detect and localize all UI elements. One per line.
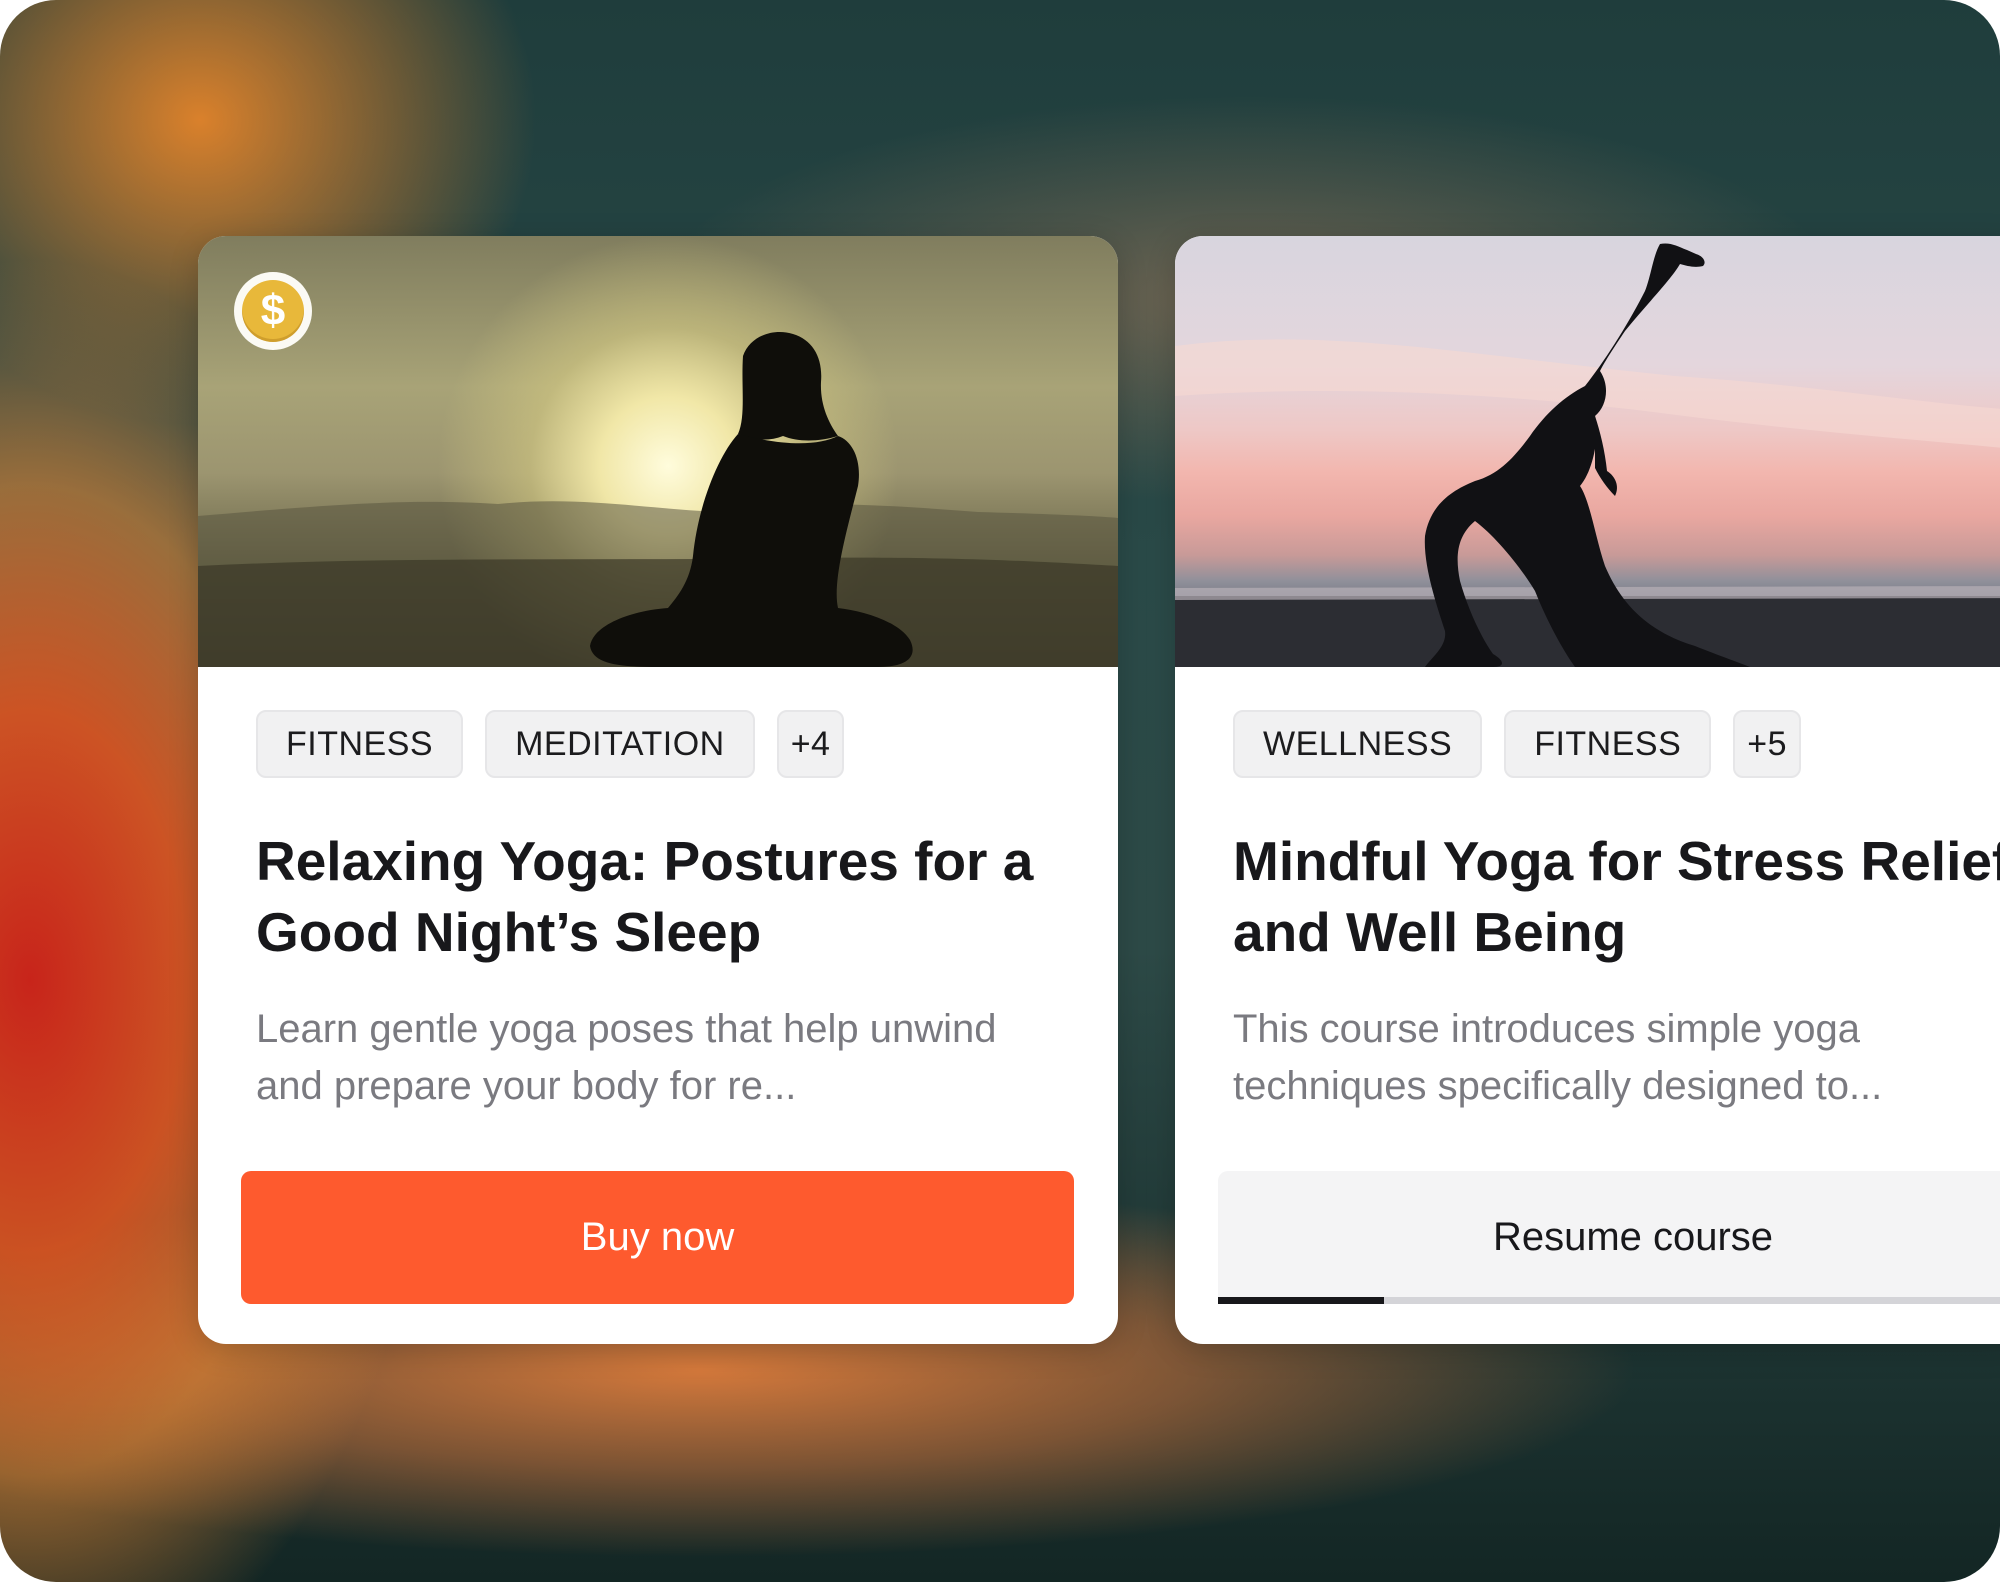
buy-now-button[interactable]: Buy now <box>241 1171 1074 1304</box>
dollar-sign: $ <box>242 280 304 342</box>
course-card-mindful-yoga[interactable]: WELLNESS FITNESS +5 Mindful Yoga for Str… <box>1175 236 2000 1344</box>
dollar-coin-icon: $ <box>234 272 312 350</box>
course-description: Learn gentle yoga poses that help unwind… <box>256 1007 997 1108</box>
tag-meditation: MEDITATION <box>485 710 755 778</box>
tag-fitness: FITNESS <box>256 710 464 778</box>
course-title[interactable]: Mindful Yoga for Stress Relief and Well … <box>1233 826 2000 968</box>
course-thumbnail <box>1175 236 2000 667</box>
background: $ FITNESS MEDITATION +4 Relaxing Yoga: P… <box>0 0 2000 1582</box>
tag-list: FITNESS MEDITATION +4 <box>256 710 845 778</box>
resume-course-button[interactable]: Resume course <box>1218 1171 2000 1304</box>
course-description: This course introduces simple yoga techn… <box>1233 1007 1883 1108</box>
course-title[interactable]: Relaxing Yoga: Postures for a Good Night… <box>256 826 1076 968</box>
course-progress-fill <box>1218 1297 1384 1304</box>
course-thumbnail: $ <box>198 236 1118 667</box>
tag-list: WELLNESS FITNESS +5 <box>1233 710 1802 778</box>
tag-more-count[interactable]: +4 <box>776 710 845 778</box>
tag-more-count[interactable]: +5 <box>1733 710 1802 778</box>
tag-fitness: FITNESS <box>1504 710 1712 778</box>
tag-wellness: WELLNESS <box>1233 710 1483 778</box>
course-card-relaxing-yoga[interactable]: $ FITNESS MEDITATION +4 Relaxing Yoga: P… <box>198 236 1118 1344</box>
course-progress-bar <box>1218 1297 2000 1304</box>
